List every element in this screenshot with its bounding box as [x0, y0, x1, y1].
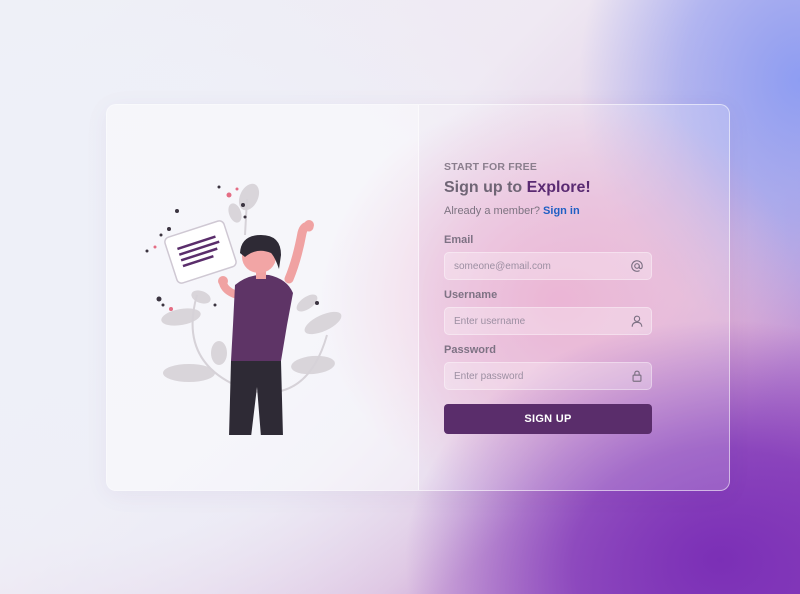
signup-form-panel: START FOR FREE Sign up to Explore! Alrea… [418, 105, 729, 490]
password-field[interactable] [445, 363, 634, 389]
title-accent: Explore! [526, 179, 591, 196]
password-field-box [444, 362, 652, 390]
sign-up-button[interactable]: SIGN UP [444, 404, 652, 434]
password-label: Password [444, 344, 496, 356]
username-field[interactable] [445, 308, 634, 334]
username-field-box [444, 307, 652, 335]
username-label: Username [444, 289, 498, 301]
email-field[interactable] [445, 253, 634, 279]
illustration-panel [107, 105, 419, 490]
sign-in-link[interactable]: Sign in [543, 205, 580, 217]
email-field-box [444, 252, 652, 280]
eyebrow-label: START FOR FREE [444, 161, 538, 173]
lock-icon [632, 370, 642, 382]
person-celebrating-illustration [145, 183, 342, 435]
at-icon [631, 260, 643, 272]
title-prefix: Sign up to [444, 179, 527, 196]
member-prompt: Already a member? [444, 205, 544, 217]
user-icon [631, 315, 643, 327]
signup-card: START FOR FREE Sign up to Explore! Alrea… [106, 104, 730, 491]
email-label: Email [444, 234, 474, 246]
page-title: Sign up to Explore! [444, 179, 591, 197]
already-member-text: Already a member? Sign in [444, 205, 580, 217]
